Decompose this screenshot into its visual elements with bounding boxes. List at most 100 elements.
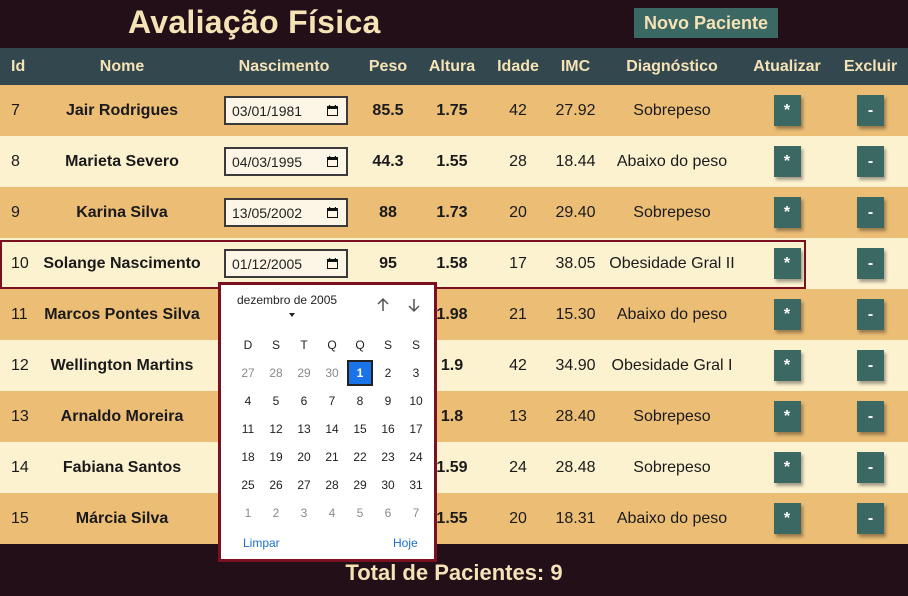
weekday-label: Q [355,338,365,352]
column-header: Excluir [833,48,908,85]
calendar-day[interactable]: 27 [234,359,262,387]
calendar-icon[interactable] [327,207,338,218]
calendar-icon[interactable] [327,105,338,116]
birthdate-input[interactable]: 01/12/2005 [224,249,348,278]
calendar-day[interactable]: 29 [290,359,318,387]
arrow-down-icon[interactable] [404,295,424,315]
patient-id: 14 [0,442,36,493]
delete-button[interactable]: - [857,299,884,330]
calendar-day[interactable]: 8 [346,387,374,415]
birthdate-input[interactable]: 03/01/1981 [224,96,348,125]
delete-button[interactable]: - [857,401,884,432]
calendar-day[interactable]: 24 [402,443,430,471]
update-button-cell: * [741,136,833,187]
calendar-day[interactable]: 7 [318,387,346,415]
calendar-day[interactable]: 20 [290,443,318,471]
update-button[interactable]: * [773,350,801,381]
calendar-day[interactable]: 16 [374,415,402,443]
calendar-day[interactable]: 5 [346,499,374,527]
patient-id: 11 [0,289,36,340]
patient-id: 9 [0,187,36,238]
calendar-day[interactable]: 31 [402,471,430,499]
month-dropdown-caret-icon[interactable] [289,313,295,317]
patient-name: Márcia Silva [36,493,208,544]
birthdate-input[interactable]: 04/03/1995 [224,147,348,176]
calendar-day[interactable]: 18 [234,443,262,471]
update-button[interactable]: * [773,401,801,432]
today-link[interactable]: Hoje [393,536,418,550]
calendar-day[interactable]: 3 [290,499,318,527]
selected-day[interactable]: 1 [347,360,373,386]
calendar-day[interactable]: 5 [262,387,290,415]
calendar-day[interactable]: 2 [262,499,290,527]
calendar-day[interactable]: 6 [290,387,318,415]
update-button[interactable]: * [773,299,801,330]
calendar-day[interactable]: 28 [318,471,346,499]
delete-button[interactable]: - [857,146,884,177]
calendar-day[interactable]: 30 [374,471,402,499]
delete-button[interactable]: - [857,503,884,534]
patient-name: Jair Rodrigues [36,85,208,136]
calendar-day[interactable]: 26 [262,471,290,499]
delete-button-cell: - [833,442,908,493]
calendar-day[interactable]: 30 [318,359,346,387]
calendar-day[interactable]: 9 [374,387,402,415]
patient-bmi: 28.48 [548,442,603,493]
update-button[interactable]: * [773,146,801,177]
birthdate-value: 04/03/1995 [232,153,303,170]
calendar-grid: D S T Q Q S S 27 28 29 30 1 2 3 4 5 6 7 8 9 10 11 12 13 14 15 16 17… [234,331,430,527]
birthdate-input[interactable]: 13/05/2002 [224,198,348,227]
patient-bmi: 34.90 [548,340,603,391]
calendar-day[interactable]: 2 [374,359,402,387]
calendar-day[interactable]: 7 [402,499,430,527]
calendar-day[interactable]: 12 [262,415,290,443]
update-button[interactable]: * [773,248,801,279]
update-button[interactable]: * [773,452,801,483]
weekday-label: T [300,338,308,352]
calendar-day[interactable]: 25 [234,471,262,499]
column-header: Nome [36,48,208,85]
clear-date-link[interactable]: Limpar [243,536,280,550]
calendar-day[interactable]: 6 [374,499,402,527]
calendar-day[interactable]: 11 [234,415,262,443]
delete-button[interactable]: - [857,350,884,381]
new-patient-button[interactable]: Novo Paciente [634,8,778,38]
calendar-day[interactable]: 4 [318,499,346,527]
calendar-day[interactable]: 23 [374,443,402,471]
calendar-day[interactable]: 27 [290,471,318,499]
update-button[interactable]: * [773,95,801,126]
calendar-day[interactable]: 4 [234,387,262,415]
calendar-icon[interactable] [327,156,338,167]
table-row: 12 Wellington Martins 1.9 42 34.90 Obesidade … [0,340,908,391]
calendar-day[interactable]: 28 [262,359,290,387]
update-button[interactable]: * [773,197,801,228]
weekday-label: D [243,338,253,352]
calendar-day[interactable]: 15 [346,415,374,443]
calendar-day[interactable]: 1 [234,499,262,527]
calendar-day[interactable]: 14 [318,415,346,443]
update-button-cell: * [741,391,833,442]
patient-diagnosis: Sobrepeso [603,391,741,442]
calendar-day[interactable]: 10 [402,387,430,415]
calendar-icon[interactable] [327,258,338,269]
delete-button[interactable]: - [857,452,884,483]
column-header: IMC [548,48,603,85]
calendar-day[interactable]: 17 [402,415,430,443]
calendar-day[interactable]: 19 [262,443,290,471]
table-row: 7 Jair Rodrigues 03/01/1981 85.5 1.75 42 27.92… [0,85,908,136]
update-button[interactable]: * [773,503,801,534]
arrow-up-icon[interactable] [373,295,393,315]
patient-id: 8 [0,136,36,187]
calendar-day[interactable]: 13 [290,415,318,443]
patient-age: 42 [488,85,548,136]
month-year-label[interactable]: dezembro de 2005 [237,293,337,307]
calendar-day[interactable]: 3 [402,359,430,387]
patient-name: Marcos Pontes Silva [36,289,208,340]
calendar-day[interactable]: 21 [318,443,346,471]
calendar-day[interactable]: 22 [346,443,374,471]
calendar-day[interactable]: 29 [346,471,374,499]
delete-button[interactable]: - [857,197,884,228]
delete-button[interactable]: - [857,95,884,126]
delete-button[interactable]: - [857,248,884,279]
column-header: Altura [416,48,488,85]
